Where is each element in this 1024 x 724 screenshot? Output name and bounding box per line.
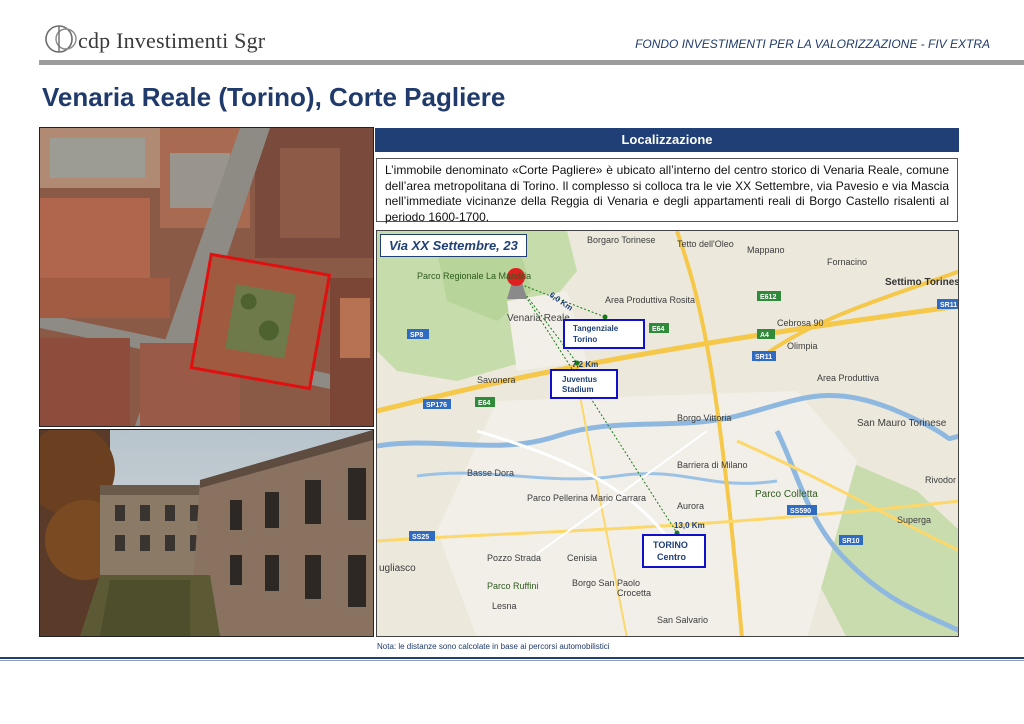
map-place-label: Borgo Vittoria bbox=[677, 413, 731, 423]
description-text: L’immobile denominato «Corte Pagliere» è… bbox=[385, 163, 949, 224]
road-label: SP176 bbox=[426, 402, 447, 409]
road-label: SS590 bbox=[790, 508, 811, 515]
map-place-label: Area Produttiva bbox=[817, 373, 879, 383]
map-place-label: San Salvario bbox=[657, 615, 708, 625]
road-label: A4 bbox=[760, 332, 769, 339]
address-label: Via XX Settembre, 23 bbox=[380, 234, 527, 257]
route-endpoint bbox=[602, 314, 608, 320]
map-place-label: Lesna bbox=[492, 601, 517, 611]
callout-stadium-line2: Stadium bbox=[562, 385, 594, 394]
road-label: E612 bbox=[760, 294, 776, 301]
map-place-label: Borgo San Paolo bbox=[572, 578, 640, 588]
map-place-label: Aurora bbox=[677, 501, 704, 511]
map-place-label: Olimpia bbox=[787, 341, 818, 351]
aerial-photo bbox=[39, 127, 374, 427]
page-title: Venaria Reale (Torino), Corte Pagliere bbox=[42, 82, 506, 112]
footer-divider-thin bbox=[0, 660, 1024, 661]
map-place-label: Tetto dell'Oleo bbox=[677, 239, 734, 249]
map-place-label: Cenisia bbox=[567, 553, 597, 563]
section-header-localizzazione: Localizzazione bbox=[375, 128, 959, 152]
map-place-label: Venaria Reale bbox=[507, 313, 570, 324]
callout-centro: TORINO Centro bbox=[642, 534, 706, 568]
courtyard-photo-illustration bbox=[40, 430, 373, 636]
map-place-label: Barriera di Milano bbox=[677, 460, 748, 470]
map-place-label: Basse Dora bbox=[467, 468, 514, 478]
road-label: E64 bbox=[478, 400, 491, 407]
aerial-photo-illustration bbox=[40, 128, 373, 426]
map-place-label: Superga bbox=[897, 515, 931, 525]
callout-centro-line2: Centro bbox=[657, 552, 687, 562]
map-place-label: Savonera bbox=[477, 375, 516, 385]
callout-stadium: Juventus Stadium bbox=[550, 369, 618, 399]
callout-tangenziale-line2: Torino bbox=[573, 335, 597, 344]
map-place-label: Crocetta bbox=[617, 588, 651, 598]
header-divider bbox=[39, 60, 1024, 65]
map-place-label: Parco Pellerina Mario Carrara bbox=[527, 493, 646, 503]
map-place-label: Fornacino bbox=[827, 257, 867, 267]
map-place-label: Parco Colletta bbox=[755, 489, 818, 500]
map-place-label: Rivodor bbox=[925, 475, 956, 485]
distance-label-centro: 13,0 Km bbox=[674, 521, 705, 530]
callout-centro-line1: TORINO bbox=[653, 540, 688, 550]
footer-divider bbox=[0, 657, 1024, 659]
distance-label-stadium: 7,2 Km bbox=[572, 360, 598, 369]
road-label: SR11 bbox=[940, 302, 957, 309]
road-label: E64 bbox=[652, 326, 665, 333]
description-box: L’immobile denominato «Corte Pagliere» è… bbox=[376, 158, 958, 224]
road-label: SS25 bbox=[412, 534, 429, 541]
road-label: SR11 bbox=[755, 354, 772, 361]
map-place-label: Parco Regionale La Mandria bbox=[417, 271, 531, 281]
map-canvas: Borgaro Torinese Tetto dell'Oleo Mappano… bbox=[377, 231, 959, 636]
company-logo-text: cdp Investimenti Sgr bbox=[78, 28, 266, 53]
map-place-label: Mappano bbox=[747, 245, 785, 255]
map-place-label: Cebrosa 90 bbox=[777, 318, 824, 328]
map-place-label: Area Produttiva Rosita bbox=[605, 295, 695, 305]
road-label: SP8 bbox=[410, 332, 423, 339]
fund-title: FONDO INVESTIMENTI PER LA VALORIZZAZIONE… bbox=[635, 37, 990, 51]
map-place-label: Parco Ruffini bbox=[487, 581, 538, 591]
courtyard-photo bbox=[39, 429, 374, 637]
map-place-label: Borgaro Torinese bbox=[587, 235, 655, 245]
location-map[interactable]: Borgaro Torinese Tetto dell'Oleo Mappano… bbox=[376, 230, 959, 637]
map-place-label: San Mauro Torinese bbox=[857, 418, 947, 429]
map-place-label: ugliasco bbox=[379, 563, 416, 574]
road-label: SR10 bbox=[842, 538, 860, 545]
callout-tangenziale-line1: Tangenziale bbox=[573, 324, 619, 333]
map-place-label: Pozzo Strada bbox=[487, 553, 541, 563]
footnote: Nota: le distanze sono calcolate in base… bbox=[377, 642, 610, 651]
map-place-label: Settimo Torinese bbox=[885, 277, 959, 288]
callout-tangenziale: Tangenziale Torino bbox=[563, 319, 645, 349]
callout-stadium-line1: Juventus bbox=[562, 375, 598, 384]
